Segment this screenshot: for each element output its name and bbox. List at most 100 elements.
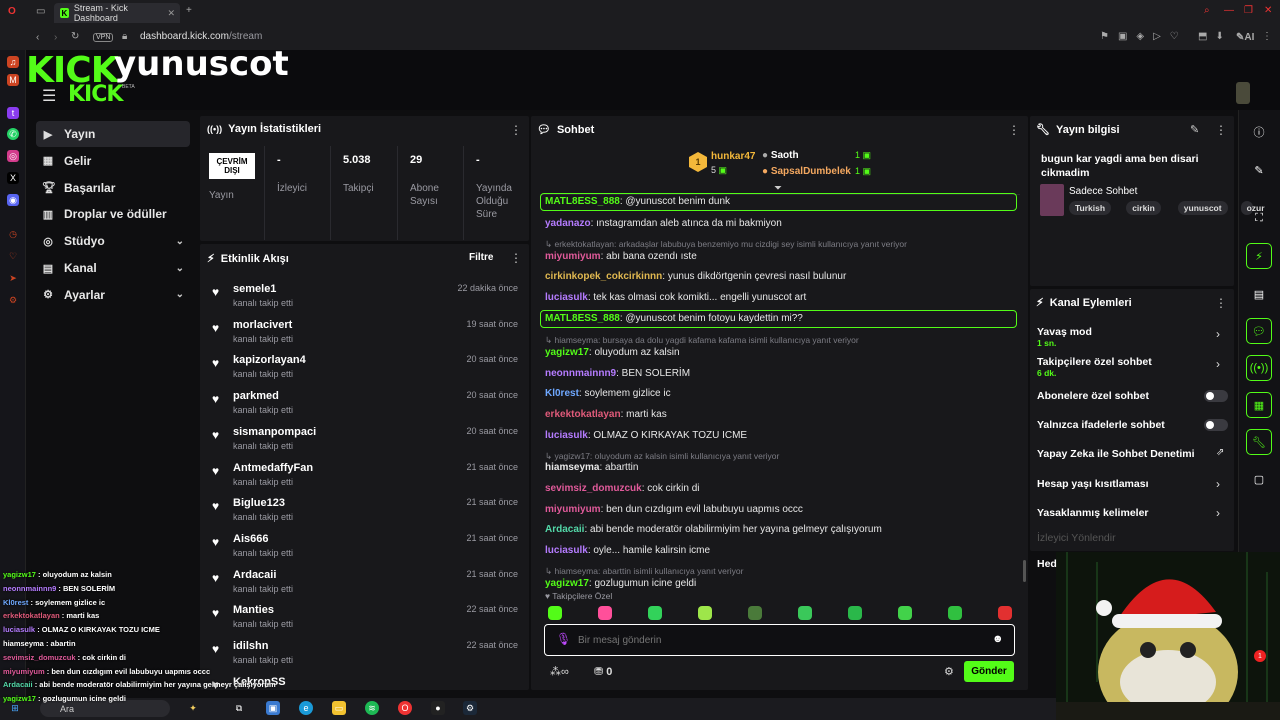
chat-message[interactable]: sevimsiz_domuzcuk: cok cirkin di xyxy=(545,483,700,494)
chat-message[interactable]: MATL8ESS_888: @yunuscot benim dunk xyxy=(545,196,730,207)
activity-username[interactable]: Ais666 xyxy=(233,533,268,545)
sidebar-item-kanal[interactable]: ▤ Kanal ⌄ xyxy=(36,255,190,281)
channel-action-7[interactable]: Yasaklanmış kelimeler xyxy=(1037,507,1149,519)
chat-username[interactable]: MATL8ESS_888 xyxy=(545,313,620,324)
chat-username[interactable]: erkektokatlayan xyxy=(545,409,621,420)
chat-message[interactable]: Kl0rest: soylemem gizlice ic xyxy=(545,388,671,399)
channel-action-6[interactable]: Hesap yaşı kısıtlaması xyxy=(1037,478,1149,490)
document-icon[interactable]: ▤ xyxy=(1246,281,1272,307)
wrench-dock-icon[interactable]: 🔧︎ xyxy=(1246,429,1272,455)
emote-9-icon[interactable] xyxy=(948,606,962,620)
stream-tag[interactable]: Turkish xyxy=(1069,201,1112,215)
address-bar-tools-icons[interactable]: ⚑▣◈▷♡ xyxy=(1100,31,1188,42)
hamburger-menu-icon[interactable]: ☰ xyxy=(42,86,56,106)
chat-message[interactable]: neonnmainnn9: BEN SOLERİM xyxy=(545,368,690,379)
search-tabs-icon[interactable]: ⌕ xyxy=(1204,5,1210,16)
send-button[interactable]: Gönder xyxy=(964,661,1014,682)
quick-actions-icon[interactable]: ⚡︎ xyxy=(1246,243,1272,269)
filter-button[interactable]: Filtre xyxy=(469,252,493,263)
chat-message[interactable]: luciasulk: OLMAZ O KIRKAYAK TOZU ICME xyxy=(545,430,747,441)
info-menu-icon[interactable]: ⋮ xyxy=(1215,123,1227,137)
emote-3-icon[interactable] xyxy=(648,606,662,620)
chat-menu-icon[interactable]: ⋮ xyxy=(1008,123,1020,137)
activity-username[interactable]: Biglue123 xyxy=(233,497,285,509)
opera-logo-icon[interactable]: O xyxy=(8,6,16,17)
activity-item[interactable]: ♥ parkmed kanalı takip etti 20 saat önce xyxy=(212,388,520,420)
activity-username[interactable]: sismanpompaci xyxy=(233,426,316,438)
chat-username[interactable]: Ardacaii xyxy=(545,524,584,535)
channel-action-8[interactable]: İzleyici Yönlendir xyxy=(1037,532,1116,544)
emote-8-icon[interactable] xyxy=(898,606,912,620)
sidebar-item-ayarlar[interactable]: ⚙ Ayarlar ⌄ xyxy=(36,282,190,308)
category-name[interactable]: Sadece Sohbet xyxy=(1069,186,1137,197)
extensions-icons[interactable]: ⬒⬇ xyxy=(1198,31,1232,42)
actions-menu-icon[interactable]: ⋮ xyxy=(1215,296,1227,310)
url-field[interactable]: dashboard.kick.com/stream xyxy=(140,31,262,42)
tab-stream-dashboard[interactable]: K Stream - Kick Dashboard ✕ xyxy=(54,3,180,23)
chevron-right-icon[interactable]: › xyxy=(1216,477,1220,491)
activity-username[interactable]: semele1 xyxy=(233,283,276,295)
activity-username[interactable]: idilshn xyxy=(233,640,268,652)
activity-username[interactable]: Ardacaii xyxy=(233,569,276,581)
chat-username[interactable]: yadanazo xyxy=(545,218,591,229)
emote-7-icon[interactable] xyxy=(848,606,862,620)
chat-message[interactable]: luciasulk: oyle... hamile kalirsin icme xyxy=(545,545,710,556)
activity-username[interactable]: morlacivert xyxy=(233,319,292,331)
sidebar-item-droplar-ve-ödüller[interactable]: ▥ Droplar ve ödüller xyxy=(36,201,190,227)
tab-close-icon[interactable]: ✕ xyxy=(167,8,175,19)
channel-action-2[interactable]: Takipçilere özel sohbet xyxy=(1037,356,1152,368)
chat-username[interactable]: sevimsiz_domuzcuk xyxy=(545,483,642,494)
activity-item[interactable]: ♥ morlacivert kanalı takip etti 19 saat önc… xyxy=(212,317,520,349)
new-tab-icon[interactable]: + xyxy=(186,5,192,16)
microphone-icon[interactable]: 🎙︎ xyxy=(556,632,571,646)
chevron-down-icon[interactable]: ⌄ xyxy=(176,236,184,247)
chat-message[interactable]: miyumiyum: ben dun cızdıgım evil labubuy… xyxy=(545,504,803,515)
activity-item[interactable]: ♥ Ardacaii kanalı takip etti 21 saat önce xyxy=(212,567,520,599)
edit-info-icon[interactable]: ✎ xyxy=(1190,123,1199,136)
activity-menu-icon[interactable]: ⋮ xyxy=(510,251,522,265)
sidebar-item-gelir[interactable]: ▦ Gelir xyxy=(36,148,190,174)
emoji-picker-icon[interactable]: ☻ xyxy=(992,633,1004,645)
leader-3[interactable]: ● SapsalDumbelek xyxy=(762,166,851,177)
chat-username[interactable]: hiamseyma xyxy=(545,462,599,473)
browser-menu-icon[interactable]: ⋮ xyxy=(1262,31,1272,42)
sidebar-item-yayın[interactable]: ▶ Yayın xyxy=(36,121,190,147)
workspaces-icon[interactable]: ▭ xyxy=(36,6,45,17)
chat-username[interactable]: MATL8ESS_888 xyxy=(545,196,620,207)
chevron-down-icon[interactable]: ⌄ xyxy=(176,263,184,274)
channel-action-1[interactable]: Yavaş mod xyxy=(1037,326,1092,338)
chat-message[interactable]: erkektokatlayan: marti kas xyxy=(545,409,667,420)
predictions-icon[interactable]: ⁂∞ xyxy=(550,665,569,678)
channel-action-3[interactable]: Abonelere özel sohbet xyxy=(1037,390,1149,402)
chat-message[interactable]: yagizw17: gozlugumun icine geldi xyxy=(545,578,696,589)
x-twitter-icon[interactable]: X xyxy=(7,172,19,184)
chat-message[interactable]: yadanazo: ınstagramdan aleb atınca da mi… xyxy=(545,218,782,229)
chat-username[interactable]: luciasulk xyxy=(545,292,588,303)
chat-username[interactable]: miyumiyum xyxy=(545,504,601,515)
history-icon[interactable]: ◷ xyxy=(7,228,19,240)
chat-dock-icon[interactable]: 💬︎ xyxy=(1246,318,1272,344)
stream-tag[interactable]: ozur xyxy=(1240,201,1265,215)
channel-action-4[interactable]: Yalnızca ifadelerle sohbet xyxy=(1037,419,1165,431)
activity-item[interactable]: ♥ Ais666 kanalı takip etti 21 saat önce xyxy=(212,531,520,563)
emote-4-icon[interactable] xyxy=(698,606,712,620)
activity-username[interactable]: parkmed xyxy=(233,390,279,402)
stats-menu-icon[interactable]: ⋮ xyxy=(510,123,522,137)
chat-username[interactable]: luciasulk xyxy=(545,545,588,556)
twitch-icon[interactable]: t xyxy=(7,107,19,119)
sidebar-settings-icon[interactable]: ⚙ xyxy=(7,294,19,306)
toggle-switch[interactable] xyxy=(1204,390,1228,402)
layout-dock-icon[interactable]: ▦ xyxy=(1246,392,1272,418)
activity-item[interactable]: ♥ KekropSS xyxy=(212,674,520,706)
chevron-down-icon[interactable]: ⌄ xyxy=(176,289,184,300)
activity-item[interactable]: ♥ sismanpompaci kanalı takip etti 20 saat ö… xyxy=(212,424,520,456)
sidebar-item-stüdyo[interactable]: ◎ Stüdyo ⌄ xyxy=(36,228,190,254)
avatar[interactable] xyxy=(1236,82,1250,104)
chat-scrollbar[interactable] xyxy=(1023,560,1026,582)
chat-message[interactable]: hiamseyma: abarttin xyxy=(545,462,638,473)
activity-item[interactable]: ♥ kapizorlayan4 kanalı takip etti 20 saat ö… xyxy=(212,352,520,384)
chat-message[interactable]: miyumiyum: abı bana ozendı ıste xyxy=(545,251,697,262)
chat-message[interactable]: Ardacaii: abi bende moderatör olabilirmi… xyxy=(545,524,882,535)
minimize-icon[interactable]: — xyxy=(1224,5,1234,16)
emote-10-icon[interactable] xyxy=(998,606,1012,620)
